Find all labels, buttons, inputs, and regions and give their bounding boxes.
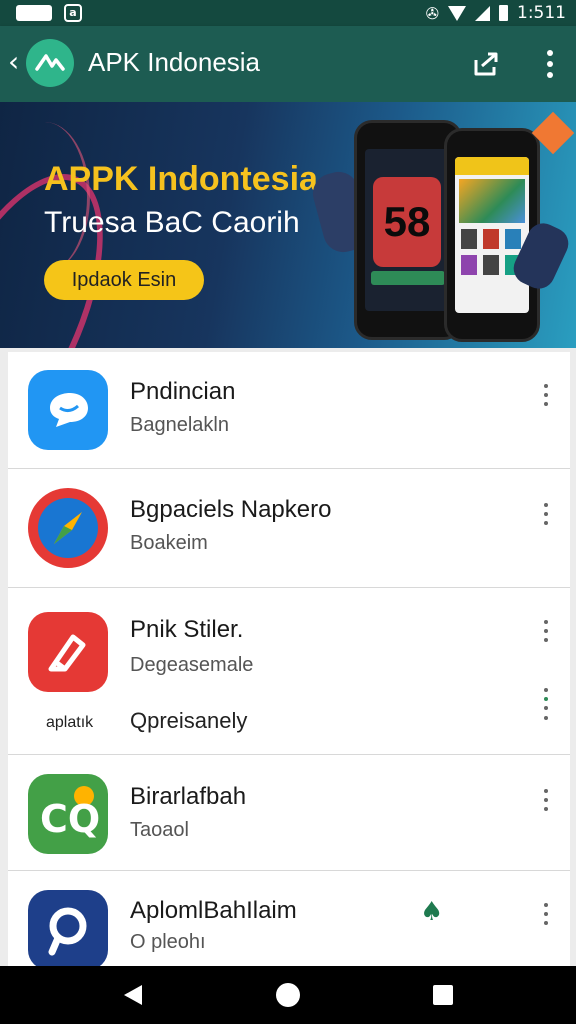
- list-item[interactable]: Pndincian Bagnelakln: [8, 352, 570, 469]
- overflow-menu-icon[interactable]: [542, 620, 550, 642]
- share-icon[interactable]: [472, 50, 500, 78]
- vibrate-icon: ✇: [425, 3, 439, 23]
- chat-bubble-icon: [28, 370, 108, 450]
- phone-illustration: [444, 128, 540, 342]
- app-subtitle: O pleohı: [130, 931, 206, 953]
- status-bar: a ✇ 1:511: [0, 0, 576, 26]
- promo-banner[interactable]: APPK Indontesia Truesa BaC Caorih Ipdaok…: [0, 102, 576, 348]
- signal-icon: [475, 5, 490, 21]
- app-subtitle: Boakeim: [130, 532, 208, 554]
- stylus-icon: [28, 612, 108, 692]
- recents-square-icon[interactable]: [433, 985, 453, 1005]
- status-right: ✇ 1:511: [426, 3, 566, 23]
- phone-bar: [371, 271, 445, 285]
- banner-subtitle: Truesa BaC Caorih: [44, 206, 300, 239]
- list-item[interactable]: Bgpaciels Napkero Boakeim: [8, 469, 570, 588]
- app-name: Bgpaciels Napkero: [130, 496, 332, 523]
- status-time: 1:511: [517, 3, 566, 23]
- home-circle-icon[interactable]: [276, 983, 300, 1007]
- wifi-icon: [448, 5, 466, 21]
- list-item[interactable]: aplatık Pnik Stiler. Degeasemale Qpreisa…: [8, 588, 570, 755]
- banner-button[interactable]: Ipdaok Esin: [44, 260, 204, 300]
- app-subtitle: Degeasemale: [130, 654, 254, 676]
- app-name: Pndincian: [130, 378, 236, 405]
- spade-badge-icon: ♠: [420, 897, 444, 927]
- app-subtitle: Bagnelakln: [130, 414, 229, 436]
- system-nav-bar: [0, 966, 576, 1024]
- overflow-menu-icon[interactable]: [542, 503, 550, 525]
- status-left: a: [16, 4, 82, 22]
- app-bar: ‹ APK Indonesia: [0, 26, 576, 102]
- app-notification-icon: a: [64, 4, 82, 22]
- app-name: AplomlBahIlaim: [130, 897, 297, 924]
- dropdown-indicator-icon: [542, 716, 550, 726]
- back-arrow-icon[interactable]: ‹: [8, 48, 19, 76]
- list-item[interactable]: AplomlBahIlaim O pleohı ♠: [8, 871, 570, 972]
- app-list: Pndincian Bagnelakln Bgpaciels Napkero B…: [8, 352, 570, 972]
- app-extra-text: Qpreisanely: [130, 708, 248, 733]
- app-name: Birarlafbah: [130, 783, 247, 810]
- phone-big-number: 58: [373, 177, 441, 267]
- search-bubble-icon: [28, 890, 108, 970]
- back-triangle-icon[interactable]: [124, 985, 142, 1005]
- battery-pill-icon: [16, 5, 52, 21]
- compass-icon: [28, 488, 108, 568]
- svg-text:CQ: CQ: [40, 797, 100, 841]
- overflow-menu-icon[interactable]: [542, 384, 550, 406]
- list-item[interactable]: CQ Birarlafbah Taoaol: [8, 755, 570, 871]
- overflow-menu-icon[interactable]: [546, 50, 554, 78]
- app-logo-icon: [26, 39, 74, 87]
- overflow-menu-icon[interactable]: [542, 789, 550, 811]
- app-name: Pnik Stiler.: [130, 616, 244, 643]
- app-subtitle: Taoaol: [130, 819, 189, 841]
- cq-logo-icon: CQ: [28, 774, 108, 854]
- overflow-menu-icon[interactable]: [542, 688, 550, 710]
- overflow-menu-icon[interactable]: [542, 903, 550, 925]
- app-caption: aplatık: [46, 714, 94, 731]
- banner-title: APPK Indontesia: [44, 160, 318, 198]
- battery-icon: [499, 5, 508, 21]
- app-title: APK Indonesia: [88, 47, 261, 77]
